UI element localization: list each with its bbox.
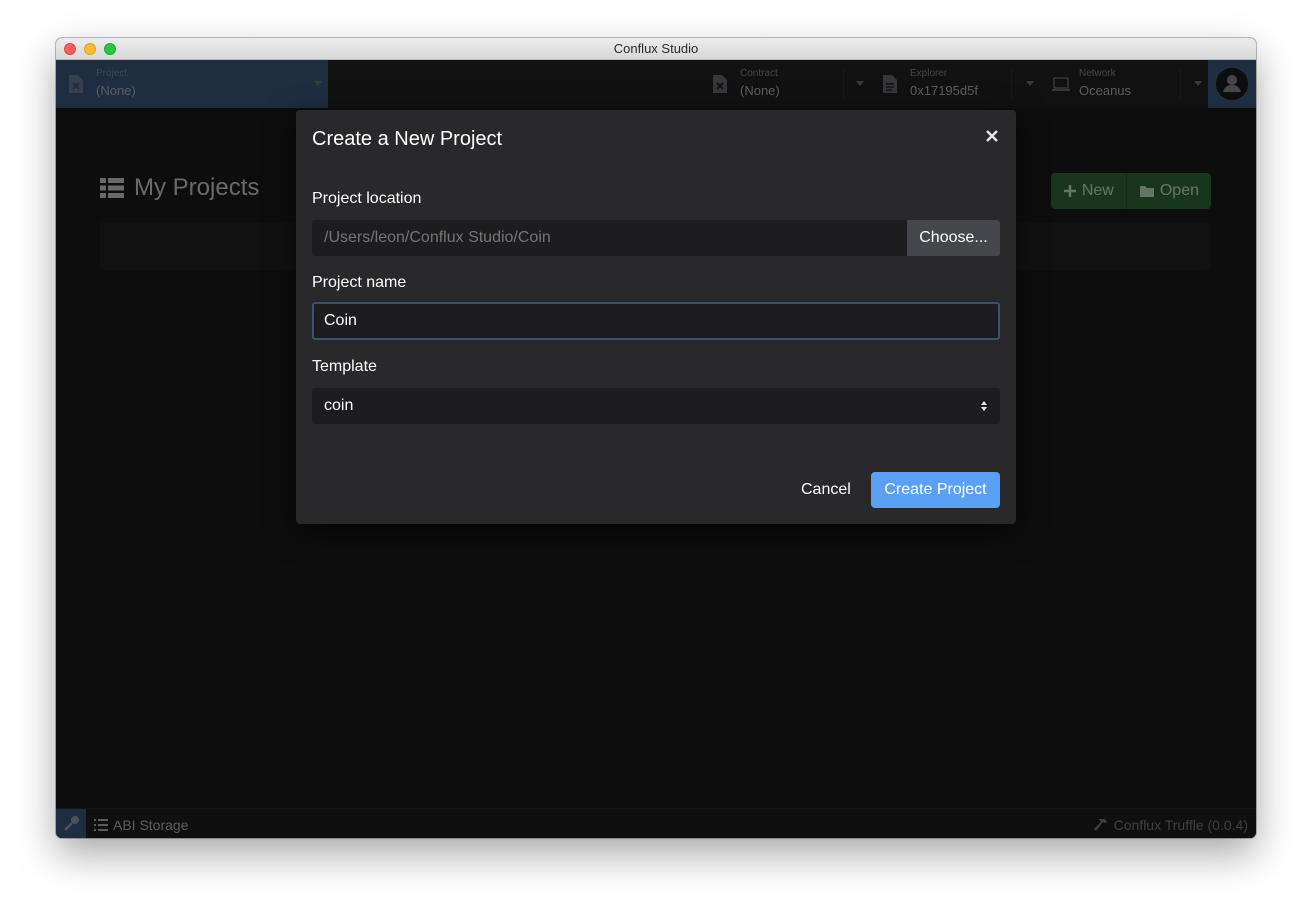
project-location-field: Choose... bbox=[312, 220, 1000, 256]
window-title: Conflux Studio bbox=[613, 41, 699, 56]
close-window-button[interactable] bbox=[64, 43, 76, 55]
maximize-window-button[interactable] bbox=[104, 43, 116, 55]
close-icon[interactable] bbox=[984, 128, 1000, 144]
project-location-input[interactable] bbox=[312, 220, 1000, 256]
select-arrows-icon bbox=[981, 401, 987, 411]
choose-location-button[interactable]: Choose... bbox=[907, 220, 1000, 256]
modal-backdrop[interactable]: Create a New Project Project location Ch… bbox=[56, 60, 1256, 838]
app-window: Conflux Studio Project (None) Contract (… bbox=[56, 38, 1256, 838]
template-label: Template bbox=[312, 358, 377, 375]
create-project-modal: Create a New Project Project location Ch… bbox=[296, 110, 1016, 524]
project-name-field bbox=[312, 302, 1000, 340]
title-bar: Conflux Studio bbox=[56, 38, 1256, 60]
template-select[interactable]: coin bbox=[312, 388, 1000, 424]
minimize-window-button[interactable] bbox=[84, 43, 96, 55]
cancel-button[interactable]: Cancel bbox=[790, 472, 862, 508]
template-selected-value: coin bbox=[324, 397, 354, 414]
modal-title: Create a New Project bbox=[312, 128, 503, 150]
project-name-label: Project name bbox=[312, 274, 407, 291]
create-project-button[interactable]: Create Project bbox=[871, 472, 1000, 508]
project-name-input[interactable] bbox=[314, 304, 998, 338]
project-location-label: Project location bbox=[312, 190, 422, 207]
